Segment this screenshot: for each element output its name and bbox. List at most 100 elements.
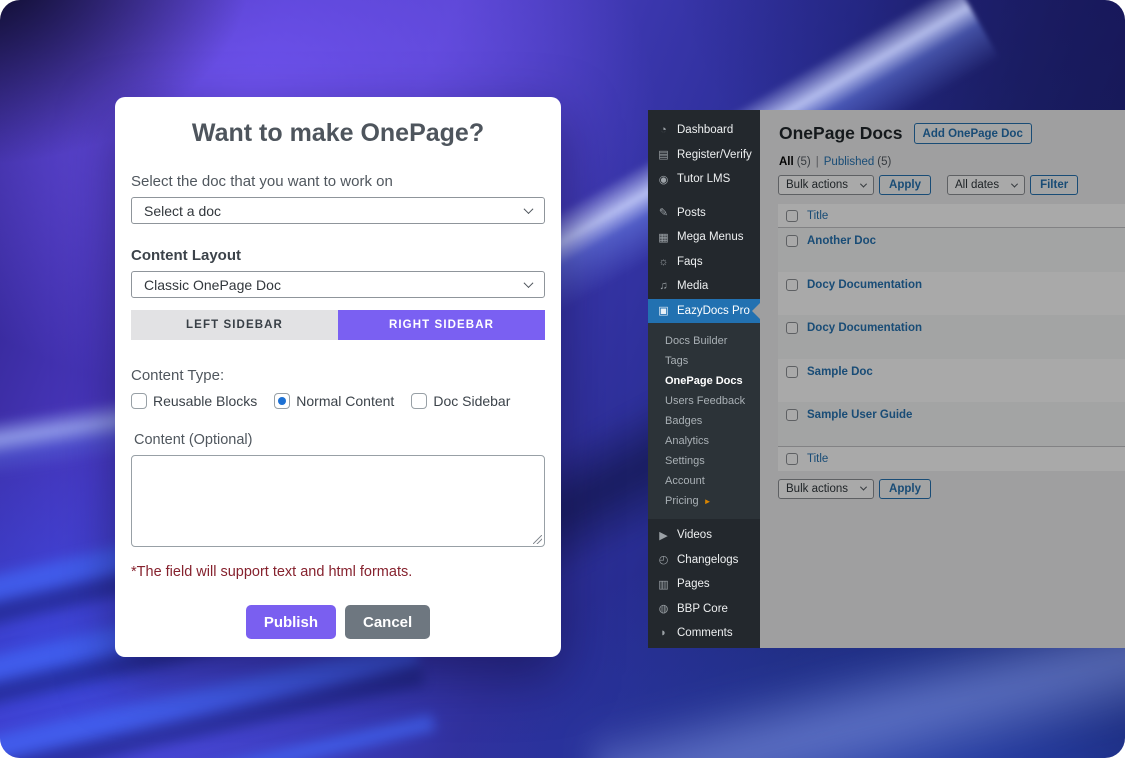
sidebar-item-label: Changelogs bbox=[677, 554, 738, 566]
media-icon: ♫ bbox=[657, 280, 670, 292]
view-filter-link[interactable]: All bbox=[779, 156, 794, 168]
videos-icon: ▶ bbox=[657, 529, 670, 542]
apply-button[interactable]: Apply bbox=[879, 175, 931, 195]
option-checkbox-doc-sidebar[interactable] bbox=[411, 393, 427, 409]
table-footer-row: Title bbox=[778, 446, 1125, 471]
left-sidebar-button[interactable]: LEFT SIDEBAR bbox=[131, 310, 338, 340]
select-all-checkbox[interactable] bbox=[786, 453, 798, 465]
submenu-item-label: Badges bbox=[665, 415, 702, 427]
sidebar-item-media[interactable]: ♫ Media bbox=[648, 274, 760, 299]
submenu-item-badges[interactable]: Badges bbox=[648, 411, 760, 431]
wp-admin-panel: ◔ Dashboard ▤ Register/Verify ◉ Tutor LM… bbox=[648, 110, 1125, 648]
chevron-down-icon bbox=[524, 204, 534, 214]
sidebar-item-tutor-lms[interactable]: ◉ Tutor LMS bbox=[648, 167, 760, 192]
chevron-down-icon bbox=[524, 278, 534, 288]
right-sidebar-button[interactable]: RIGHT SIDEBAR bbox=[338, 310, 545, 340]
row-checkbox[interactable] bbox=[786, 366, 798, 378]
submenu-item-label: Account bbox=[665, 475, 705, 487]
sidebar-item-label: EazyDocs Pro bbox=[677, 305, 750, 317]
sidebar-item-bbp-core[interactable]: ◍ BBP Core bbox=[648, 597, 760, 622]
content-layout-select[interactable]: Classic OnePage Doc bbox=[131, 271, 545, 298]
sidebar-item-videos[interactable]: ▶ Videos bbox=[648, 523, 760, 548]
filter-button[interactable]: Filter bbox=[1030, 175, 1078, 195]
bulk-actions-select-bottom[interactable]: Bulk actions bbox=[778, 479, 874, 499]
row-checkbox[interactable] bbox=[786, 279, 798, 291]
doc-select-label: Select the doc that you want to work on bbox=[131, 173, 545, 190]
changelogs-icon: ◴ bbox=[657, 553, 670, 566]
doc-title-link-sample-doc[interactable]: Sample Doc bbox=[807, 366, 873, 378]
tutor-lms-icon: ◉ bbox=[657, 173, 670, 186]
sidebar-item-posts[interactable]: ✎ Posts bbox=[648, 201, 760, 226]
resize-handle-icon[interactable] bbox=[533, 535, 542, 544]
doc-select-value: Select a doc bbox=[144, 203, 221, 219]
submenu-item-onepage-docs[interactable]: OnePage Docs bbox=[648, 371, 760, 391]
sidebar-item-register-verify[interactable]: ▤ Register/Verify bbox=[648, 143, 760, 168]
option-label: Reusable Blocks bbox=[153, 393, 257, 409]
sidebar-position-toggle: LEFT SIDEBAR RIGHT SIDEBAR bbox=[131, 310, 545, 340]
add-onepage-doc-button[interactable]: Add OnePage Doc bbox=[914, 123, 1032, 144]
sidebar-item-changelogs[interactable]: ◴ Changelogs bbox=[648, 548, 760, 573]
content-textarea[interactable] bbox=[131, 455, 545, 547]
view-filter-link[interactable]: Published bbox=[824, 156, 875, 168]
title-column-header[interactable]: Title bbox=[807, 210, 828, 222]
table-body: Another Doc Docy Documentation Docy Docu… bbox=[778, 228, 1125, 446]
submenu-item-tags[interactable]: Tags bbox=[648, 351, 760, 371]
submenu-item-label: Tags bbox=[665, 355, 688, 367]
mega-menus-icon: ▦ bbox=[657, 231, 670, 244]
submenu-item-docs-builder[interactable]: Docs Builder bbox=[648, 331, 760, 351]
faqs-icon: ☼ bbox=[657, 256, 670, 268]
option-checkbox-normal-content[interactable] bbox=[274, 393, 290, 409]
apply-button-bottom[interactable]: Apply bbox=[879, 479, 931, 499]
submenu-item-analytics[interactable]: Analytics bbox=[648, 431, 760, 451]
content-type-option-doc-sidebar: Doc Sidebar bbox=[411, 393, 510, 409]
eazydocs-pro-icon: ▣ bbox=[657, 304, 670, 317]
bulk-actions-value: Bulk actions bbox=[786, 483, 848, 495]
doc-title-link-docy-documentation[interactable]: Docy Documentation bbox=[807, 279, 922, 291]
content-type-option-reusable-blocks: Reusable Blocks bbox=[131, 393, 257, 409]
active-menu-arrow-icon bbox=[752, 303, 760, 319]
doc-title-link-docy-documentation[interactable]: Docy Documentation bbox=[807, 322, 922, 334]
submenu-item-label: Pricing bbox=[665, 495, 699, 507]
dates-filter-select[interactable]: All dates bbox=[947, 175, 1025, 195]
row-checkbox[interactable] bbox=[786, 235, 798, 247]
submenu-item-label: OnePage Docs bbox=[665, 375, 743, 387]
option-label: Normal Content bbox=[296, 393, 394, 409]
sidebar-item-pages[interactable]: ▥ Pages bbox=[648, 572, 760, 597]
sidebar-item-label: Tutor LMS bbox=[677, 173, 730, 185]
table-row: Sample Doc bbox=[778, 359, 1125, 403]
sidebar-item-faqs[interactable]: ☼ Faqs bbox=[648, 250, 760, 275]
bulk-actions-select[interactable]: Bulk actions bbox=[778, 175, 874, 195]
chevron-down-icon bbox=[1011, 180, 1018, 187]
row-checkbox[interactable] bbox=[786, 409, 798, 421]
view-filter-all: All (5) | bbox=[779, 156, 824, 168]
doc-title-link-another-doc[interactable]: Another Doc bbox=[807, 235, 876, 247]
onepage-modal: Want to make OnePage? Select the doc tha… bbox=[115, 97, 561, 657]
sidebar-item-eazydocs-pro[interactable]: ▣ EazyDocs Pro bbox=[648, 299, 760, 324]
doc-select[interactable]: Select a doc bbox=[131, 197, 545, 224]
content-layout-value: Classic OnePage Doc bbox=[144, 277, 281, 293]
submenu-item-label: Analytics bbox=[665, 435, 709, 447]
view-filter-published: Published (5) | bbox=[824, 156, 892, 168]
select-all-checkbox[interactable] bbox=[786, 210, 798, 222]
option-checkbox-reusable-blocks[interactable] bbox=[131, 393, 147, 409]
option-label: Doc Sidebar bbox=[433, 393, 510, 409]
submenu-item-account[interactable]: Account bbox=[648, 471, 760, 491]
sidebar-item-dashboard[interactable]: ◔ Dashboard bbox=[648, 118, 760, 143]
sidebar-item-mega-menus[interactable]: ▦ Mega Menus bbox=[648, 225, 760, 250]
submenu-item-pricing[interactable]: Pricing ► bbox=[648, 491, 760, 511]
cancel-button[interactable]: Cancel bbox=[345, 605, 430, 639]
table-header-row: Title bbox=[778, 204, 1125, 228]
submenu-item-settings[interactable]: Settings bbox=[648, 451, 760, 471]
comments-icon: ◗ bbox=[657, 627, 670, 639]
top-tablenav: Bulk actions Apply All dates Filter bbox=[778, 175, 1125, 195]
sidebar-item-label: Register/Verify bbox=[677, 149, 752, 161]
dashboard-icon: ◔ bbox=[657, 124, 670, 136]
submenu-item-users-feedback[interactable]: Users Feedback bbox=[648, 391, 760, 411]
modal-actions: Publish Cancel bbox=[131, 605, 545, 639]
sidebar-item-comments[interactable]: ◗ Comments bbox=[648, 621, 760, 646]
pages-icon: ▥ bbox=[657, 578, 670, 591]
row-checkbox[interactable] bbox=[786, 322, 798, 334]
publish-button[interactable]: Publish bbox=[246, 605, 336, 639]
title-column-footer[interactable]: Title bbox=[807, 453, 828, 465]
doc-title-link-sample-user-guide[interactable]: Sample User Guide bbox=[807, 409, 912, 421]
